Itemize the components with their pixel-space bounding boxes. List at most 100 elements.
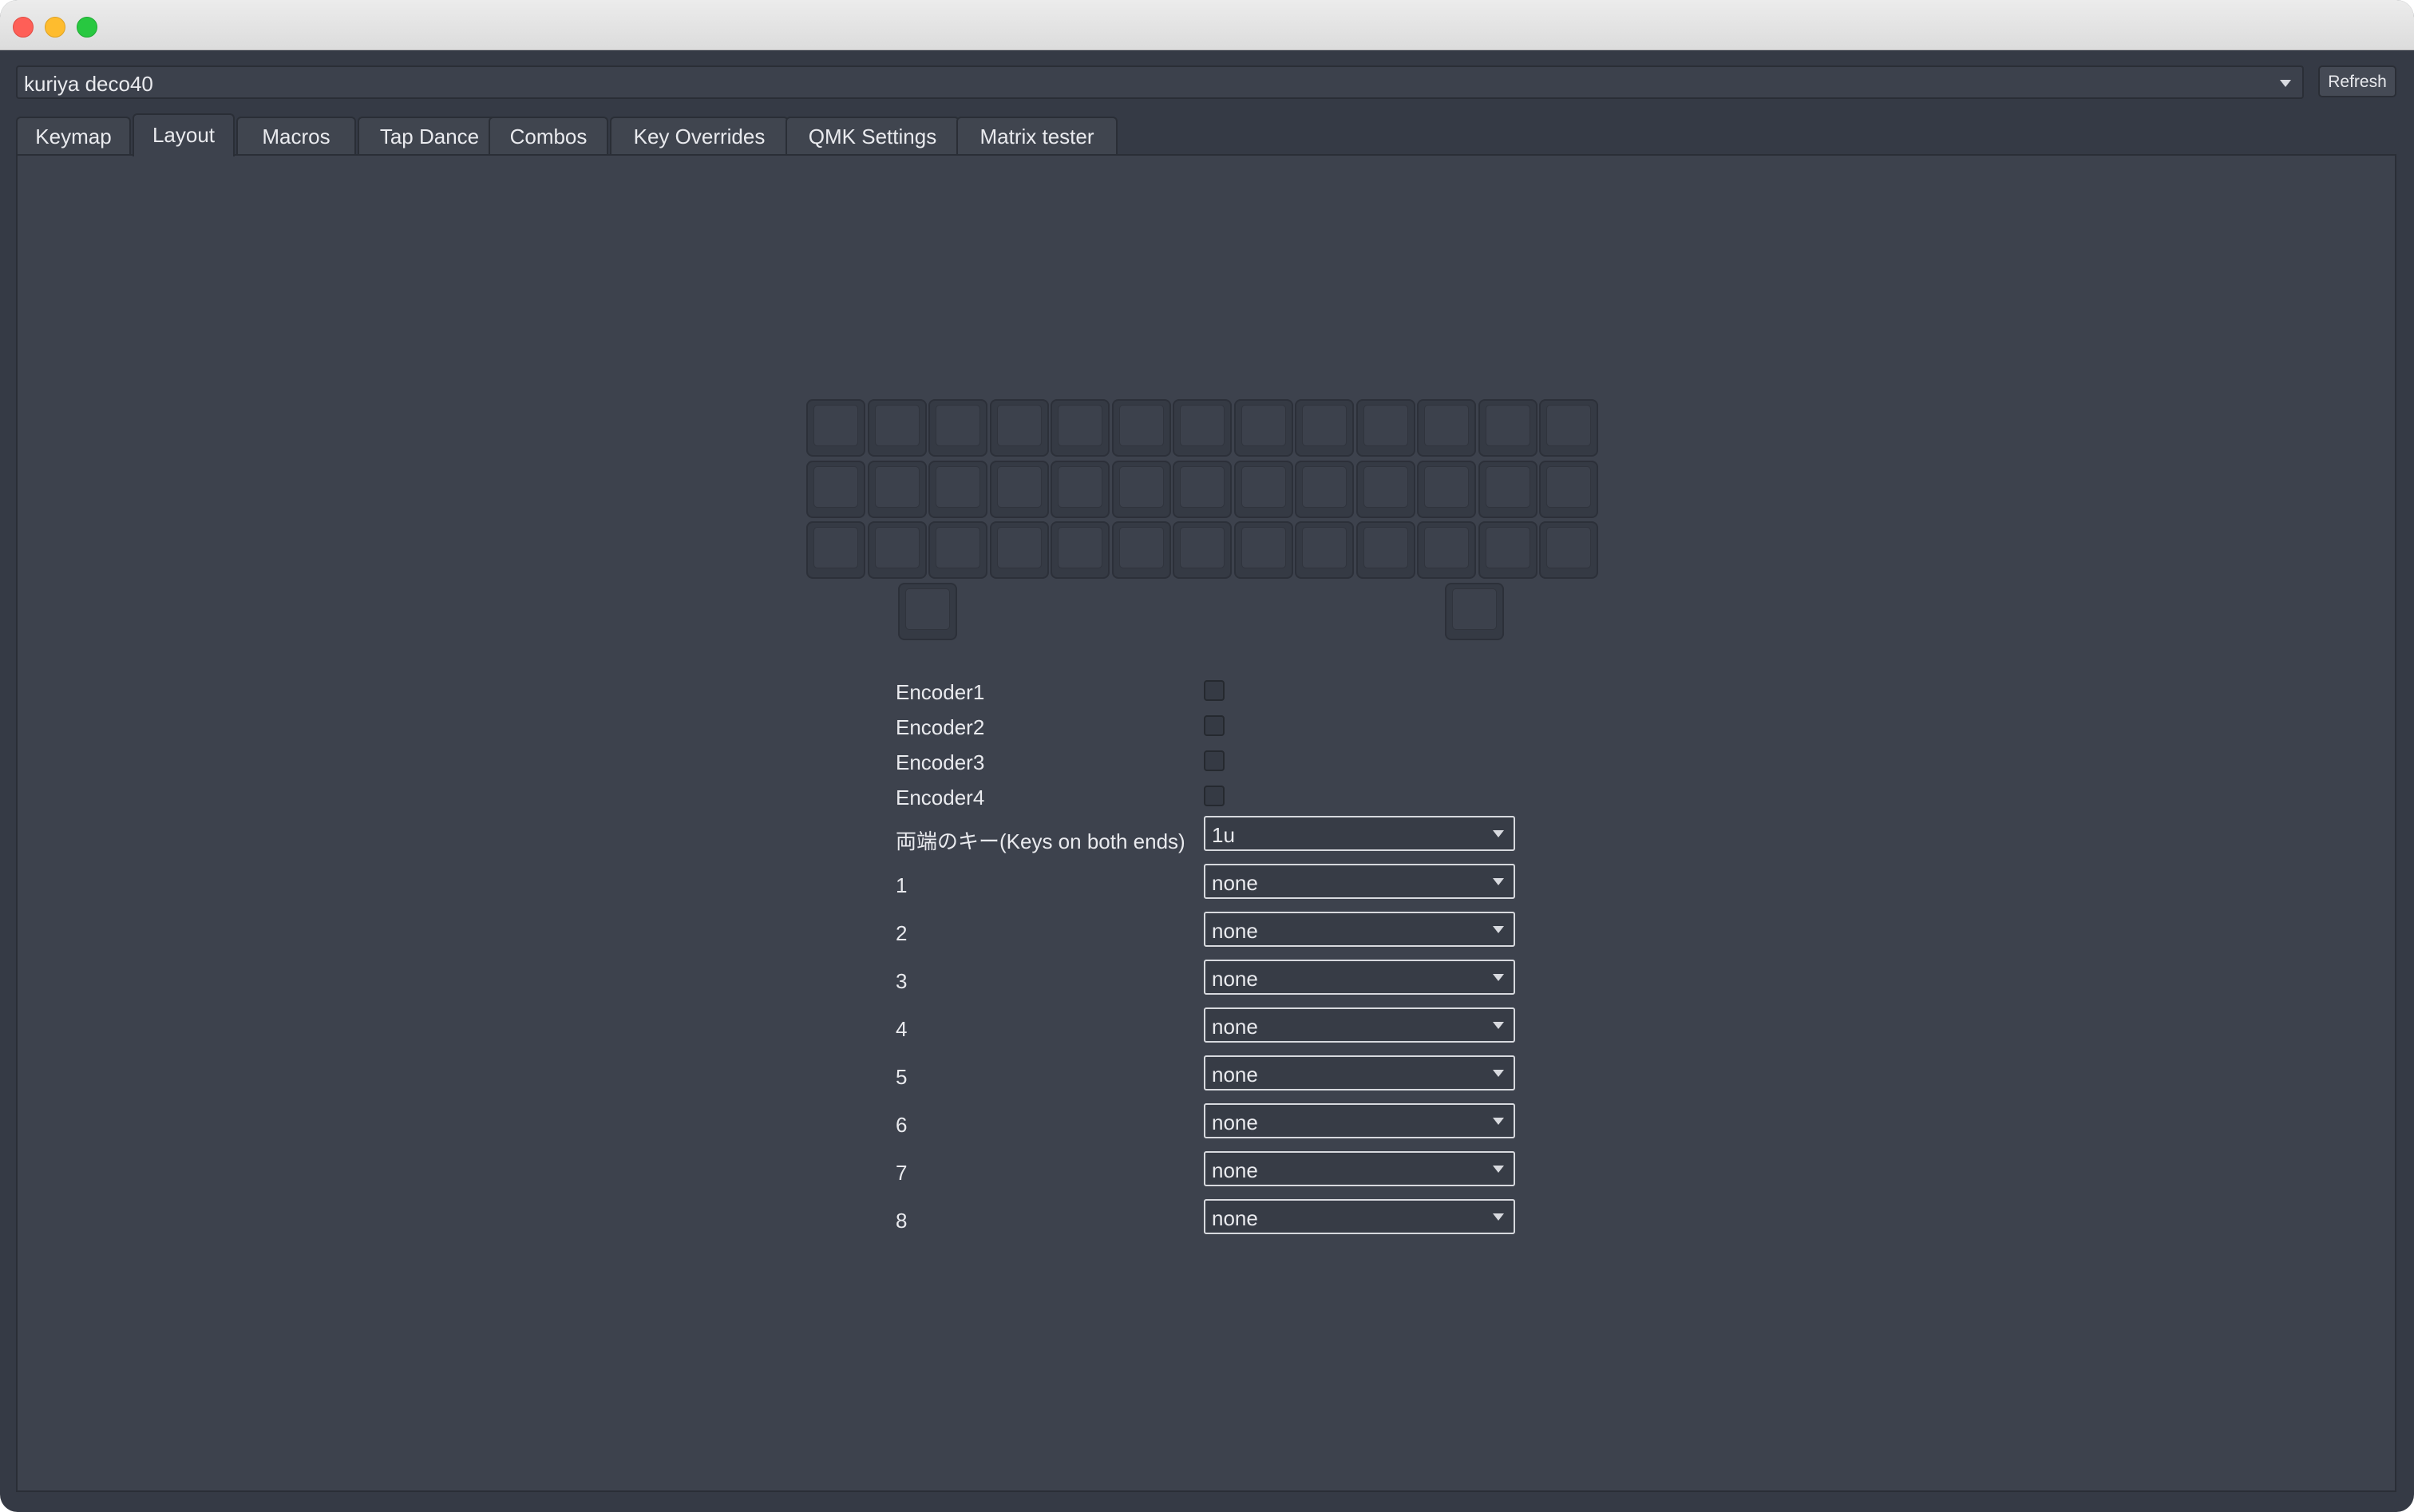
keyboard-key[interactable] (990, 399, 1049, 457)
keyboard-key[interactable] (1295, 399, 1354, 457)
keyboard-key[interactable] (928, 521, 987, 579)
keyboard-key[interactable] (1356, 399, 1415, 457)
select-value: none (1212, 1110, 1258, 1134)
tab-qmk-settings[interactable]: QMK Settings (786, 117, 960, 155)
chevron-down-icon (1493, 830, 1504, 837)
select-value: none (1212, 1158, 1258, 1182)
keyboard-key[interactable] (806, 461, 865, 518)
encoder4-checkbox[interactable] (1204, 786, 1225, 806)
encoder1-checkbox[interactable] (1204, 680, 1225, 701)
keyboard-key[interactable] (1234, 399, 1293, 457)
keyboard-key[interactable] (1173, 461, 1232, 518)
keyboard-key[interactable] (1417, 399, 1476, 457)
title-bar (0, 0, 2414, 50)
option-label: 5 (896, 1065, 908, 1089)
keyboard-key[interactable] (868, 521, 927, 579)
keyboard-key[interactable] (1051, 399, 1110, 457)
option-label: 7 (896, 1161, 908, 1185)
keyboard-key[interactable] (1234, 521, 1293, 579)
tab-layout[interactable]: Layout (133, 113, 235, 156)
encoder-label: Encoder3 (896, 750, 985, 774)
select-value: none (1212, 967, 1258, 991)
keyboard-key[interactable] (1173, 399, 1232, 457)
keyboard-key[interactable] (928, 399, 987, 457)
keyboard-key[interactable] (1234, 461, 1293, 518)
tab-macros[interactable]: Macros (236, 117, 356, 155)
keyboard-key[interactable] (990, 521, 1049, 579)
option-4-select[interactable]: none (1204, 1007, 1515, 1043)
keyboard-key[interactable] (868, 461, 927, 518)
encoder2-checkbox[interactable] (1204, 715, 1225, 736)
device-select-value: kuriya deco40 (24, 72, 153, 96)
keyboard-key[interactable] (1445, 583, 1504, 640)
tab-tap-dance[interactable]: Tap Dance (358, 117, 501, 155)
keyboard-key[interactable] (1478, 461, 1537, 518)
keyboard-key[interactable] (1112, 461, 1171, 518)
option-1-select[interactable]: none (1204, 864, 1515, 899)
keyboard-key[interactable] (1112, 399, 1171, 457)
select-value: 1u (1212, 823, 1235, 847)
maximize-window-button[interactable] (77, 17, 97, 38)
tab-keymap[interactable]: Keymap (16, 117, 131, 155)
keyboard-key[interactable] (1295, 461, 1354, 518)
keyboard-key[interactable] (1539, 521, 1598, 579)
keyboard-key[interactable] (1356, 521, 1415, 579)
keyboard-key[interactable] (1295, 521, 1354, 579)
keyboard-key[interactable] (806, 521, 865, 579)
encoder-label: Encoder1 (896, 680, 985, 704)
minimize-window-button[interactable] (45, 17, 65, 38)
option-3-select[interactable]: none (1204, 960, 1515, 995)
select-value: none (1212, 1206, 1258, 1230)
keys-on-both-ends-select[interactable]: 1u (1204, 816, 1515, 851)
keyboard-key[interactable] (1417, 461, 1476, 518)
keyboard-key[interactable] (1051, 521, 1110, 579)
select-value: none (1212, 1063, 1258, 1087)
keyboard-key[interactable] (1478, 399, 1537, 457)
option-5-select[interactable]: none (1204, 1055, 1515, 1090)
chevron-down-icon (1493, 878, 1504, 885)
chevron-down-icon (1493, 1070, 1504, 1077)
select-value: none (1212, 871, 1258, 895)
keyboard-key[interactable] (1051, 461, 1110, 518)
tab-combos[interactable]: Combos (489, 117, 608, 155)
encoder-label: Encoder2 (896, 715, 985, 739)
keyboard-key[interactable] (1539, 461, 1598, 518)
keyboard-key[interactable] (1539, 399, 1598, 457)
option-label: 2 (896, 921, 908, 945)
tab-key-overrides[interactable]: Key Overrides (610, 117, 789, 155)
device-select[interactable]: kuriya deco40 (16, 65, 2304, 99)
option-6-select[interactable]: none (1204, 1103, 1515, 1138)
encoder-label: Encoder4 (896, 786, 985, 809)
refresh-button[interactable]: Refresh (2318, 65, 2396, 97)
option-label: 3 (896, 969, 908, 993)
chevron-down-icon (1493, 1022, 1504, 1029)
chevron-down-icon (1493, 926, 1504, 933)
close-window-button[interactable] (13, 17, 34, 38)
keyboard-key[interactable] (1112, 521, 1171, 579)
option-8-select[interactable]: none (1204, 1199, 1515, 1234)
keyboard-key[interactable] (868, 399, 927, 457)
keyboard-key[interactable] (1478, 521, 1537, 579)
chevron-down-icon (1493, 1166, 1504, 1173)
option-label: 6 (896, 1113, 908, 1137)
option-label: 1 (896, 873, 908, 897)
option-label: 4 (896, 1017, 908, 1041)
option-2-select[interactable]: none (1204, 912, 1515, 947)
keyboard-key[interactable] (990, 461, 1049, 518)
encoder3-checkbox[interactable] (1204, 750, 1225, 771)
select-value: none (1212, 919, 1258, 943)
keyboard-key[interactable] (898, 583, 957, 640)
keyboard-key[interactable] (1417, 521, 1476, 579)
option-label: 8 (896, 1209, 908, 1233)
option-7-select[interactable]: none (1204, 1151, 1515, 1186)
keyboard-key[interactable] (806, 399, 865, 457)
keyboard-key[interactable] (1356, 461, 1415, 518)
keyboard-layout-preview (806, 399, 1605, 647)
chevron-down-icon (2280, 80, 2291, 87)
app-window: kuriya deco40 Refresh Keymap Layout Macr… (0, 0, 2414, 1512)
chevron-down-icon (1493, 974, 1504, 981)
keyboard-key[interactable] (928, 461, 987, 518)
tab-matrix-tester[interactable]: Matrix tester (956, 117, 1118, 155)
keyboard-key[interactable] (1173, 521, 1232, 579)
chevron-down-icon (1493, 1118, 1504, 1125)
